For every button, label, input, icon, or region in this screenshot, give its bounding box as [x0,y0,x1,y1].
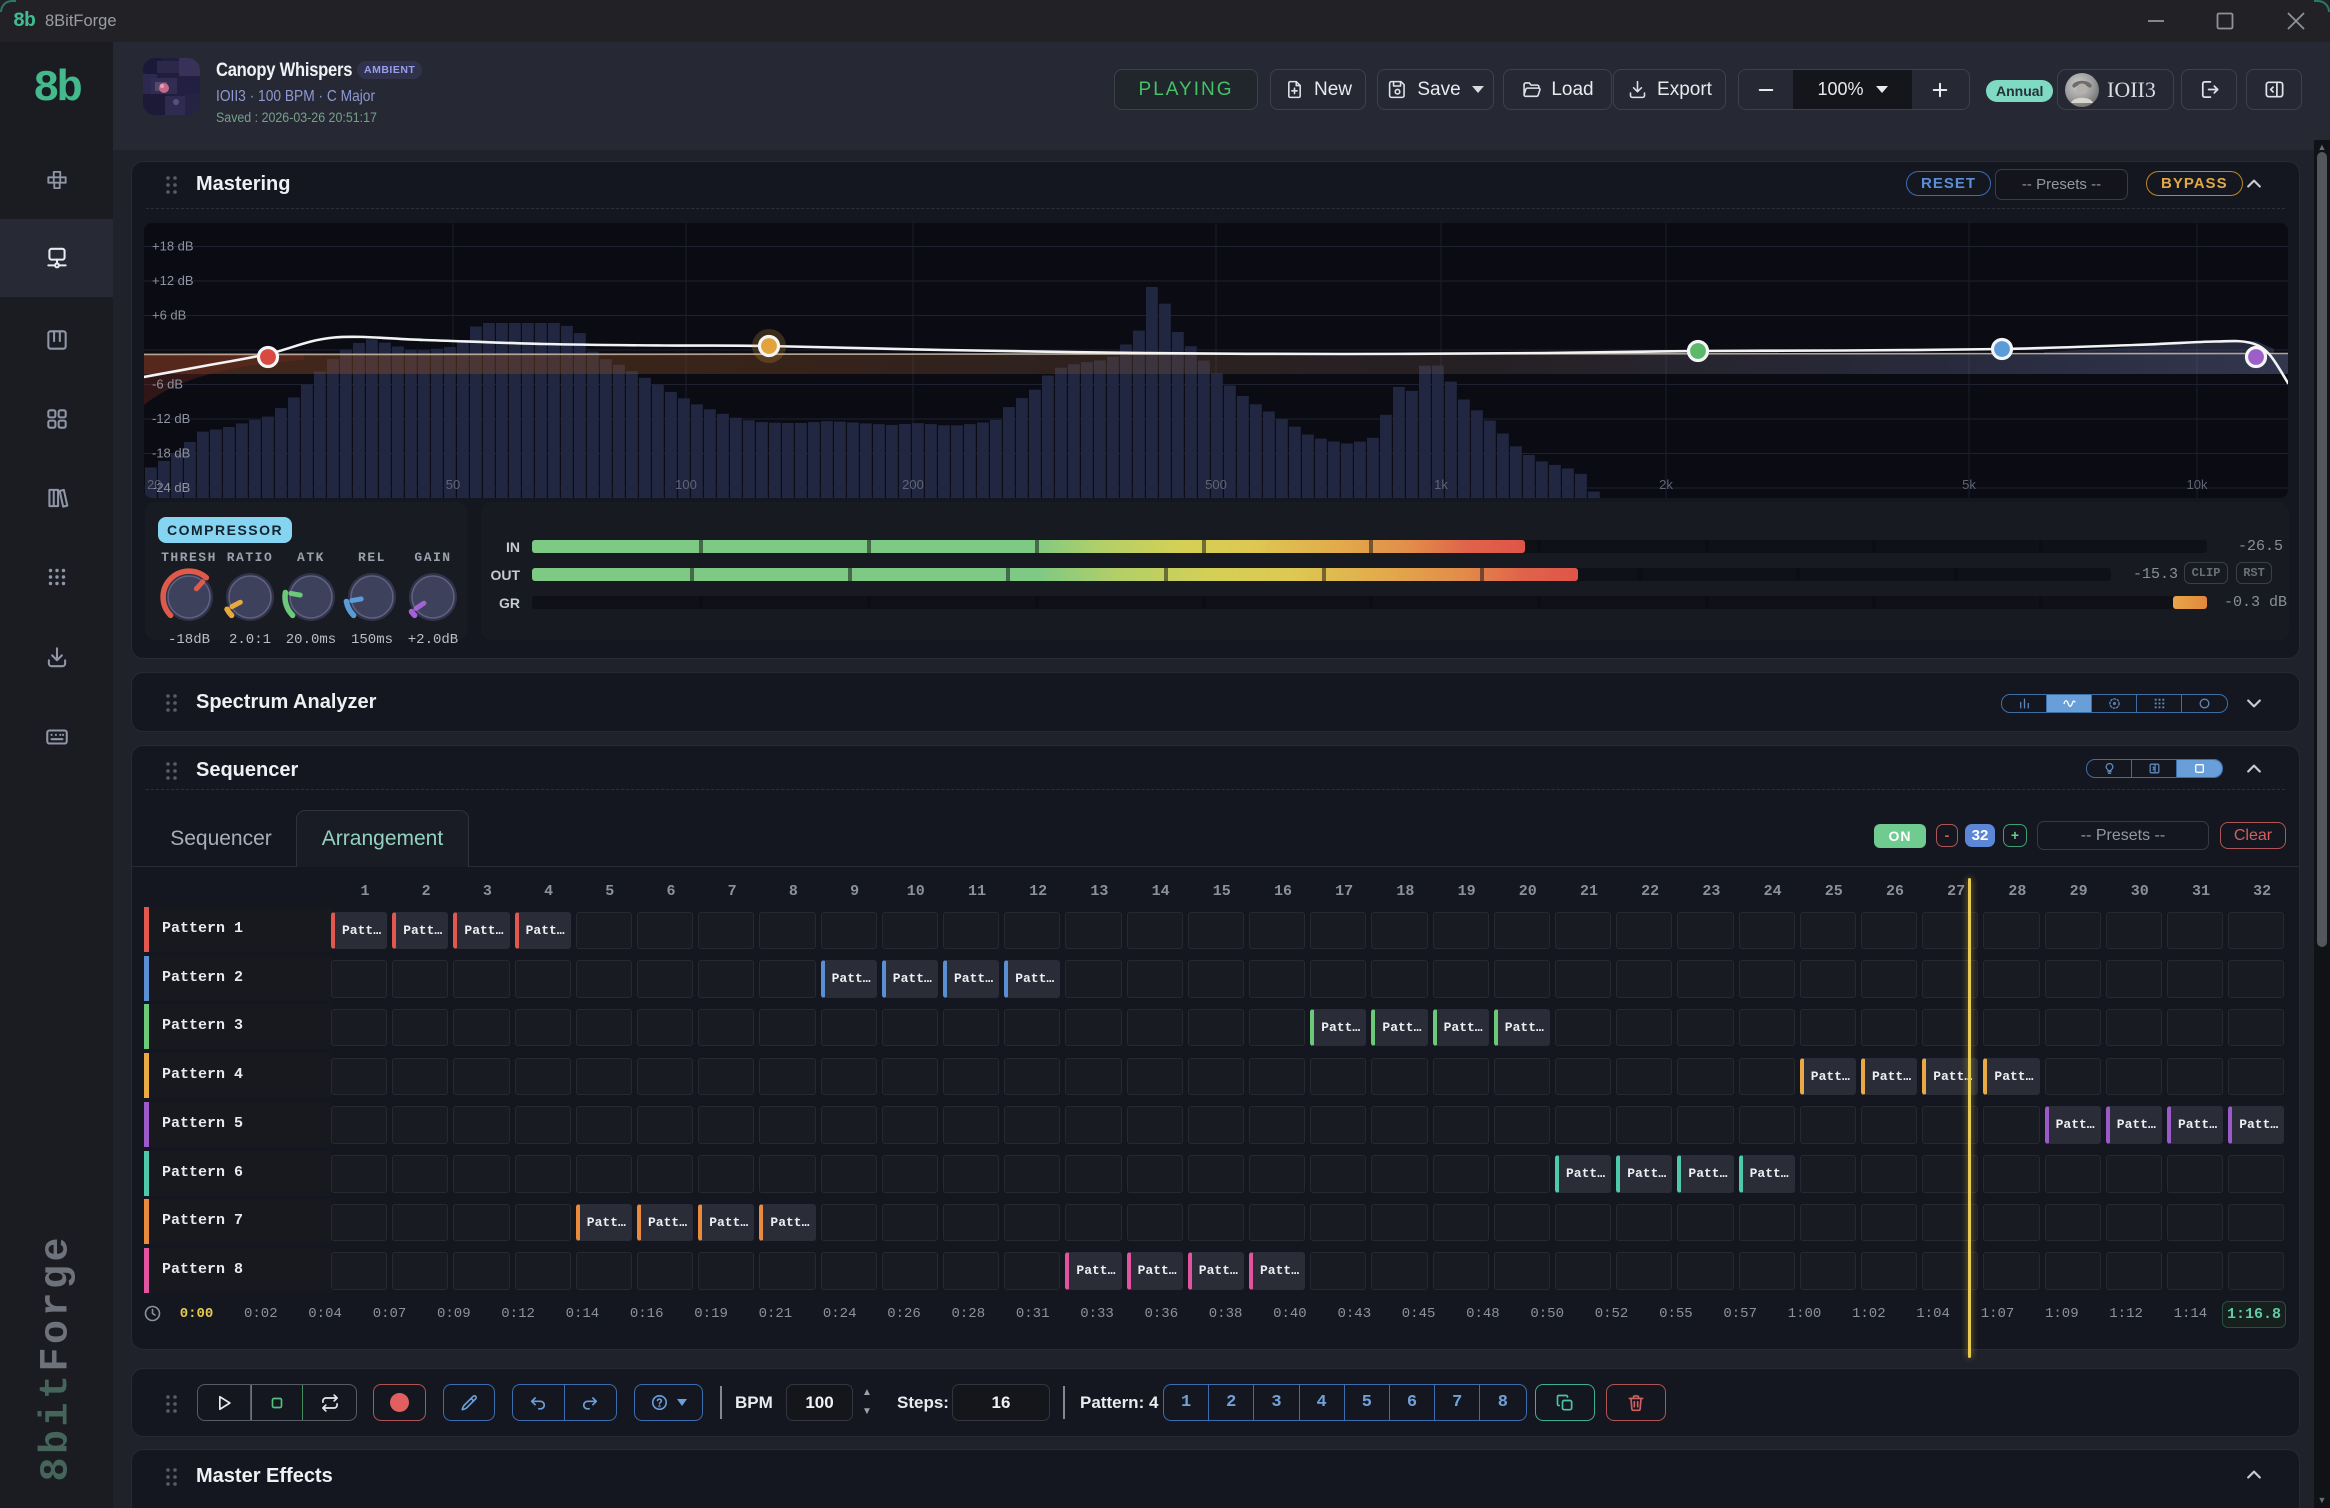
svg-text:20: 20 [147,477,161,492]
svg-text:1k: 1k [1434,477,1448,492]
svg-text:+6 dB: +6 dB [152,308,186,323]
svg-text:+18 dB: +18 dB [152,239,194,254]
svg-text:-12 dB: -12 dB [152,411,190,426]
svg-text:-18 dB: -18 dB [152,446,190,461]
svg-text:2k: 2k [1659,477,1673,492]
svg-text:50: 50 [446,477,460,492]
svg-text:500: 500 [1205,477,1227,492]
svg-text:-6 dB: -6 dB [152,377,183,392]
svg-text:5k: 5k [1962,477,1976,492]
svg-text:100: 100 [675,477,697,492]
svg-text:10k: 10k [2187,477,2208,492]
svg-text:+12 dB: +12 dB [152,273,194,288]
svg-text:200: 200 [902,477,924,492]
